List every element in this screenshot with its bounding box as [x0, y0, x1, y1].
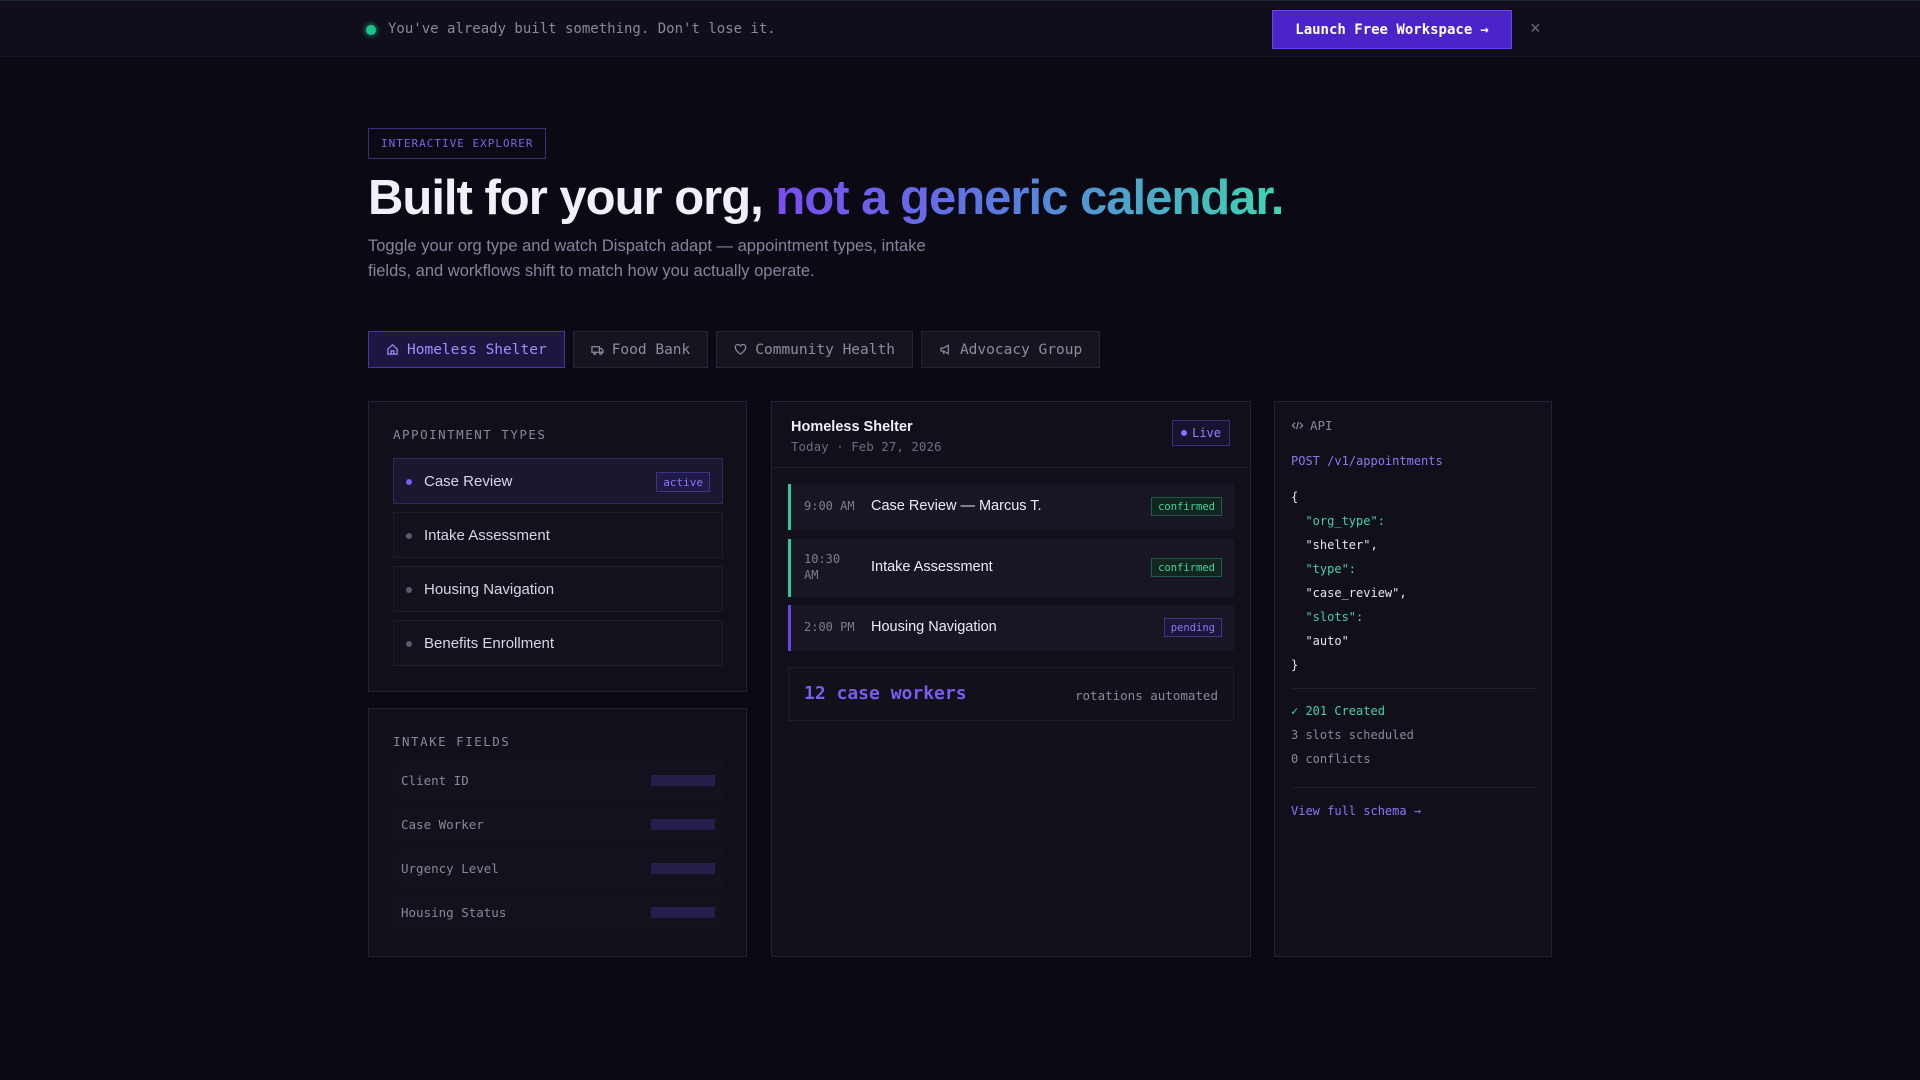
api-label: API: [1291, 418, 1333, 433]
appointment-type-intake-assessment[interactable]: Intake Assessment: [393, 512, 723, 558]
schedule-title: Homeless Shelter: [791, 419, 913, 435]
intake-field-client-id: Client ID: [393, 761, 723, 799]
code-brace: {: [1291, 490, 1299, 504]
arrow-right-icon: →: [1480, 21, 1489, 38]
home-icon: [387, 344, 398, 355]
code-key: "org_type":: [1305, 514, 1385, 528]
active-badge: active: [656, 472, 710, 492]
close-icon[interactable]: ×: [1530, 18, 1541, 39]
field-label: Urgency Level: [401, 860, 499, 876]
appointment-name: Intake Assessment: [871, 559, 993, 575]
schedule-panel: Homeless Shelter Today · Feb 27, 2026 Li…: [771, 401, 1251, 957]
appointment-housing-navigation[interactable]: 2:00 PM Housing Navigation pending: [788, 605, 1234, 651]
response-line: 3 slots scheduled: [1291, 728, 1414, 742]
intake-field-urgency-level: Urgency Level: [393, 849, 723, 887]
appointment-types-panel: APPOINTMENT TYPES Case Review active Int…: [368, 401, 747, 692]
intake-field-housing-status: Housing Status: [393, 893, 723, 931]
headline-plain: Built for your org,: [368, 171, 776, 225]
intake-fields-panel: INTAKE FIELDS Client ID Case Worker Urge…: [368, 708, 747, 957]
field-placeholder-bar: [651, 775, 715, 786]
code-icon: [1291, 421, 1304, 430]
code-value: "shelter",: [1305, 538, 1378, 552]
response-line: 0 conflicts: [1291, 752, 1371, 766]
appointment-time: 2:00 PM: [804, 620, 855, 634]
appointment-type-housing-navigation[interactable]: Housing Navigation: [393, 566, 723, 612]
top-banner: You've already built something. Don't lo…: [0, 0, 1920, 57]
field-placeholder-bar: [651, 907, 715, 918]
api-panel: API POST /v1/appointments { "org_type": …: [1274, 401, 1552, 957]
tab-label: Community Health: [755, 341, 895, 358]
divider: [1291, 787, 1537, 788]
field-placeholder-bar: [651, 819, 715, 830]
appointment-time: 10:30 AM: [804, 552, 841, 582]
live-dot: [1181, 430, 1188, 436]
eyebrow-badge: INTERACTIVE EXPLORER: [368, 128, 547, 159]
response-status: ✓ 201 Created: [1291, 704, 1385, 718]
stat-value: 12 case workers: [804, 683, 967, 704]
api-label-text: API: [1310, 418, 1333, 433]
bullet: [406, 479, 412, 485]
appointment-type-benefits-enrollment[interactable]: Benefits Enrollment: [393, 620, 723, 666]
tab-advocacy-group[interactable]: Advocacy Group: [920, 331, 1101, 368]
divider: [1291, 688, 1537, 689]
tab-label: Homeless Shelter: [407, 341, 547, 358]
api-request-body: { "org_type": "shelter", "type": "case_r…: [1291, 485, 1407, 677]
appointment-type-label: Benefits Enrollment: [424, 634, 555, 652]
status-badge: confirmed: [1151, 497, 1222, 516]
bullet: [406, 587, 412, 593]
schedule-date: Today · Feb 27, 2026: [791, 439, 942, 454]
appointment-intake-assessment[interactable]: 10:30 AM Intake Assessment confirmed: [788, 539, 1234, 597]
case-workers-stat: 12 case workers rotations automated: [788, 667, 1234, 721]
panel-title: INTAKE FIELDS: [393, 734, 511, 749]
megaphone-icon: [940, 344, 949, 355]
panel-title: APPOINTMENT TYPES: [393, 427, 547, 442]
launch-workspace-label: Launch Free Workspace: [1295, 21, 1473, 38]
intake-field-case-worker: Case Worker: [393, 805, 723, 843]
appointment-case-review[interactable]: 9:00 AM Case Review — Marcus T. confirme…: [788, 484, 1234, 530]
banner-message: You've already built something. Don't lo…: [388, 21, 776, 37]
appointment-name: Case Review — Marcus T.: [871, 498, 1042, 514]
heart-icon: [735, 343, 747, 355]
page-title: Built for your org, not a generic calend…: [368, 170, 1284, 226]
appointment-time: 9:00 AM: [804, 499, 855, 513]
code-key: "slots":: [1305, 610, 1364, 624]
field-placeholder-bar: [651, 863, 715, 874]
stat-note: rotations automated: [1075, 688, 1218, 703]
code-value: "auto": [1305, 634, 1349, 648]
tab-label: Advocacy Group: [959, 341, 1083, 358]
appointment-type-case-review[interactable]: Case Review active: [393, 458, 723, 504]
org-type-tabs: Homeless Shelter Food Bank Community Hea…: [368, 331, 1101, 368]
field-label: Client ID: [401, 772, 469, 788]
schedule-header: Homeless Shelter Today · Feb 27, 2026 Li…: [772, 402, 1250, 468]
live-label: Live: [1192, 426, 1221, 440]
status-badge: confirmed: [1151, 558, 1222, 577]
tab-label: Food Bank: [611, 341, 691, 358]
launch-workspace-button[interactable]: Launch Free Workspace →: [1272, 10, 1512, 49]
status-dot: [366, 25, 376, 35]
code-brace: }: [1291, 658, 1299, 672]
code-key: "type":: [1305, 562, 1357, 576]
appointment-type-label: Housing Navigation: [424, 580, 555, 598]
bullet: [406, 641, 412, 647]
page-subtitle: Toggle your org type and watch Dispatch …: [368, 237, 926, 280]
appointment-name: Housing Navigation: [871, 619, 997, 635]
appointment-type-label: Intake Assessment: [424, 526, 550, 544]
bullet: [406, 533, 412, 539]
tab-homeless-shelter[interactable]: Homeless Shelter: [368, 331, 565, 368]
field-label: Case Worker: [401, 816, 484, 832]
tab-food-bank[interactable]: Food Bank: [572, 331, 709, 368]
appointment-type-label: Case Review: [424, 472, 513, 490]
code-value: "case_review",: [1305, 586, 1407, 600]
tab-community-health[interactable]: Community Health: [716, 331, 913, 368]
live-badge: Live: [1172, 420, 1230, 446]
status-badge: pending: [1163, 618, 1222, 637]
view-schema-link[interactable]: View full schema →: [1291, 804, 1421, 818]
field-label: Housing Status: [401, 904, 507, 920]
headline-accent: not a generic calendar.: [775, 171, 1284, 225]
api-endpoint: POST /v1/appointments: [1291, 454, 1443, 468]
truck-icon: [591, 346, 604, 355]
